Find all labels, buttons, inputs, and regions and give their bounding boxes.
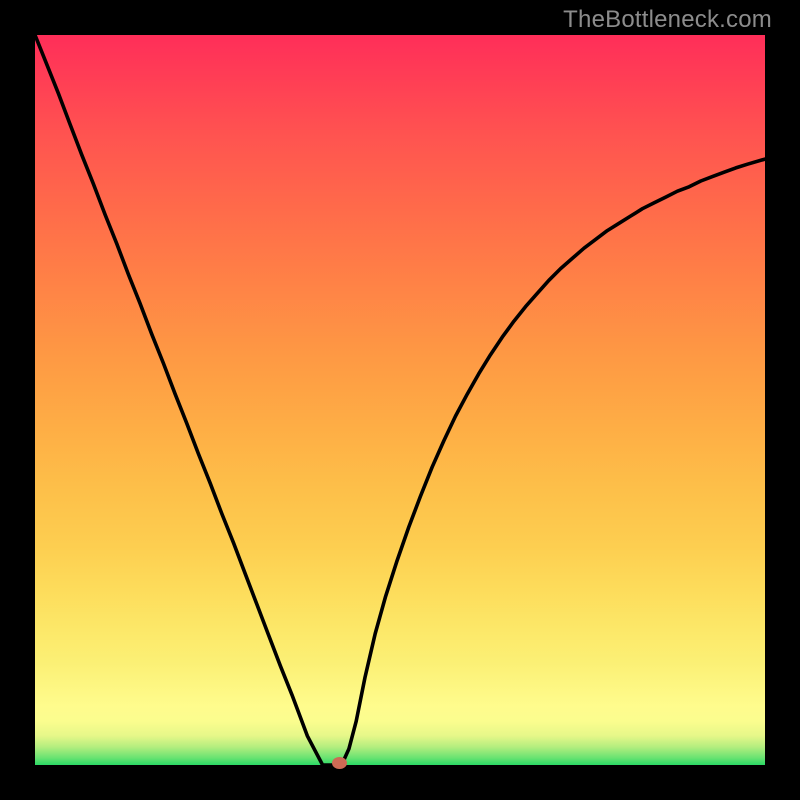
optimum-marker [332, 757, 347, 769]
plot-area [35, 35, 765, 765]
bottleneck-curve [35, 35, 765, 765]
watermark-text: TheBottleneck.com [563, 6, 772, 34]
chart-frame: TheBottleneck.com [0, 0, 800, 800]
